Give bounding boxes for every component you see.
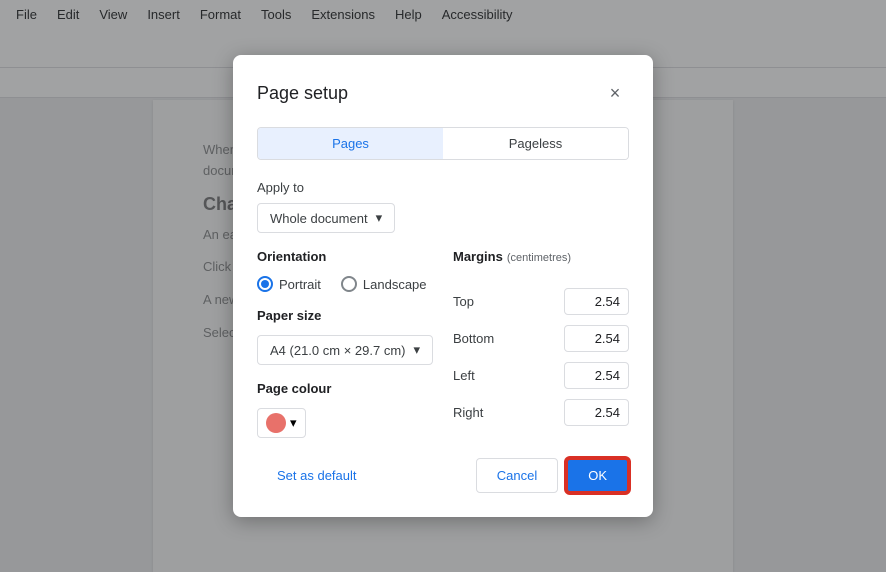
apply-to-section: Apply to Whole document ▾ (257, 180, 629, 249)
orientation-radio-group: Portrait Landscape (257, 276, 433, 292)
tab-pageless[interactable]: Pageless (443, 128, 628, 159)
margin-top-input[interactable] (564, 288, 629, 315)
colour-swatch (266, 413, 286, 433)
margin-right-label: Right (453, 405, 503, 420)
paper-size-chevron-icon: ▾ (413, 342, 420, 358)
page-setup-dialog: Page setup × Pages Pageless Apply to Who… (233, 55, 653, 517)
left-column: Orientation Portrait Landscape Paper siz… (257, 249, 433, 438)
close-icon: × (610, 83, 621, 104)
paper-size-title: Paper size (257, 308, 433, 323)
portrait-radio-selected (257, 276, 273, 292)
apply-to-value: Whole document (270, 211, 368, 226)
portrait-dot (261, 280, 269, 288)
apply-to-chevron-icon: ▾ (376, 210, 383, 226)
close-button[interactable]: × (601, 79, 629, 107)
margins-subtitle: (centimetres) (507, 252, 571, 264)
orientation-portrait[interactable]: Portrait (257, 276, 321, 292)
modal-overlay: Page setup × Pages Pageless Apply to Who… (0, 0, 886, 572)
margin-top-label: Top (453, 294, 503, 309)
margin-left-label: Left (453, 368, 503, 383)
tabs-container: Pages Pageless (257, 127, 629, 160)
page-colour-title: Page colour (257, 381, 433, 396)
dialog-header: Page setup × (257, 79, 629, 107)
margin-row-bottom: Bottom (453, 325, 629, 352)
margins-title: Margins (453, 249, 503, 264)
margin-row-right: Right (453, 399, 629, 426)
margin-bottom-label: Bottom (453, 331, 503, 346)
margin-right-input[interactable] (564, 399, 629, 426)
ok-button[interactable]: OK (566, 458, 629, 493)
orientation-landscape[interactable]: Landscape (341, 276, 427, 292)
cancel-button[interactable]: Cancel (476, 458, 558, 493)
tab-pages[interactable]: Pages (258, 128, 443, 159)
margin-left-input[interactable] (564, 362, 629, 389)
set-as-default-button[interactable]: Set as default (257, 460, 377, 491)
landscape-radio (341, 276, 357, 292)
orientation-title: Orientation (257, 249, 433, 264)
paper-size-value: A4 (21.0 cm × 29.7 cm) (270, 343, 405, 358)
dialog-body: Orientation Portrait Landscape Paper siz… (257, 249, 629, 438)
dialog-footer: Set as default Cancel OK (257, 458, 629, 493)
colour-dropdown-icon: ▾ (290, 415, 297, 431)
landscape-label: Landscape (363, 277, 427, 292)
paper-size-dropdown[interactable]: A4 (21.0 cm × 29.7 cm) ▾ (257, 335, 433, 365)
apply-to-dropdown[interactable]: Whole document ▾ (257, 203, 395, 233)
page-colour-picker[interactable]: ▾ (257, 408, 306, 438)
right-column: Margins (centimetres) Top Bottom Left Ri… (453, 249, 629, 438)
margin-row-left: Left (453, 362, 629, 389)
portrait-label: Portrait (279, 277, 321, 292)
margin-row-top: Top (453, 288, 629, 315)
dialog-title: Page setup (257, 83, 348, 104)
footer-right-buttons: Cancel OK (476, 458, 629, 493)
apply-to-label: Apply to (257, 180, 629, 195)
margin-bottom-input[interactable] (564, 325, 629, 352)
